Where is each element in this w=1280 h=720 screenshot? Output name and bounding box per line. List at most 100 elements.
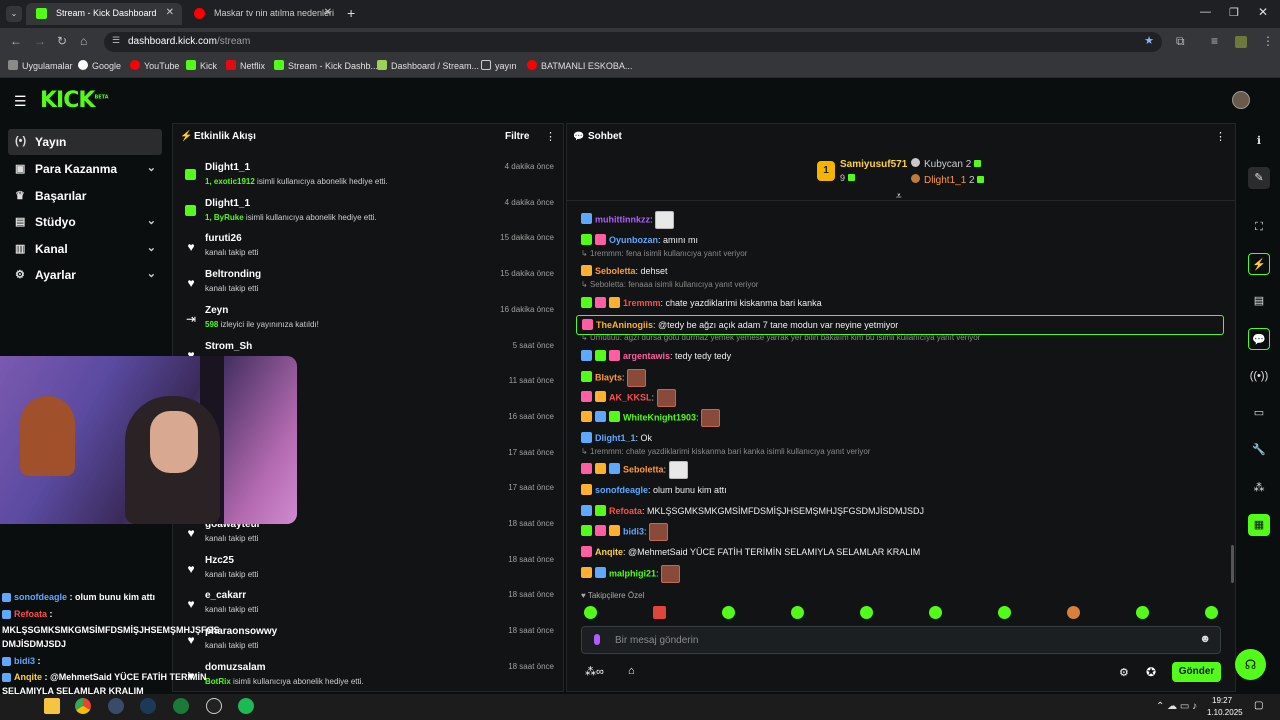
emote-10[interactable]	[1205, 606, 1218, 619]
chat-scrollbar[interactable]	[1231, 545, 1234, 583]
activity-username[interactable]: domuzsalam	[205, 662, 266, 673]
bookmark-kick[interactable]: Kick	[186, 60, 217, 71]
quick-actions-icon[interactable]: ⚡	[1248, 253, 1270, 275]
emote-5[interactable]	[860, 606, 873, 619]
home-icon[interactable]: ⌂	[80, 34, 87, 48]
activity-item[interactable]: ♥ domuzsalam BotRix isimli kullanıcıya abo…	[184, 659, 556, 695]
extensions-icon[interactable]: ⧉	[1176, 34, 1185, 49]
chat-username[interactable]: 1remmm	[623, 298, 661, 308]
activity-username[interactable]: Zeyn	[205, 305, 228, 316]
activity-username[interactable]: furuti26	[205, 233, 242, 244]
activity-username[interactable]: Dlight1_1	[205, 198, 250, 209]
chat-message[interactable]: Blayts:	[581, 369, 647, 387]
bookmark-apps[interactable]: Uygulamalar	[8, 60, 73, 71]
send-button[interactable]: Gönder	[1172, 662, 1221, 682]
emoji-picker-icon[interactable]: ☻	[1199, 633, 1211, 645]
store-icon[interactable]: ⌂	[628, 665, 635, 677]
notification-icon[interactable]: ▢	[1254, 700, 1263, 711]
profile-avatar[interactable]	[1235, 36, 1247, 48]
chat-username[interactable]: argentawis	[623, 351, 670, 361]
microphone-icon[interactable]	[594, 634, 600, 645]
chat-username[interactable]: Refoata	[609, 506, 642, 516]
chat-username[interactable]: TheAninogiis	[596, 320, 653, 330]
activity-username[interactable]: Strom_Sh	[205, 341, 252, 352]
user-avatar[interactable]	[1232, 91, 1250, 109]
top-gifter-name[interactable]: Samiyusuf571	[840, 159, 907, 170]
chat-message[interactable]: WhiteKnight1903:	[581, 409, 721, 427]
bookmark-yayin[interactable]: yayın	[481, 60, 517, 71]
activity-item[interactable]: ♥ furuti26 kanalı takip etti 15 dakika önce	[184, 230, 556, 266]
chat-username[interactable]: WhiteKnight1903	[623, 412, 696, 422]
chat-message[interactable]: TheAninogiis: @tedy be ağzı açık adam 7 …	[576, 315, 1224, 335]
obs-icon[interactable]	[108, 698, 124, 714]
message-input-box[interactable]: Bir mesaj gönderin ☻	[581, 626, 1221, 654]
chat-message[interactable]: Seboletta:	[581, 461, 688, 479]
bookmark-google[interactable]: Google	[78, 60, 121, 71]
filter-button[interactable]: Filtre	[505, 131, 529, 142]
browser-menu-icon[interactable]: ⋮	[1262, 34, 1274, 48]
chat-message[interactable]: AK_KKSL:	[581, 389, 676, 407]
chat-message[interactable]: Refoata: MKLŞSGMKSMKGMSİMFDSMİŞJHSEMŞMHJ…	[581, 503, 924, 519]
activity-item[interactable]: ♥ Beltronding kanalı takip etti 15 dakika ö…	[184, 266, 556, 302]
screen-icon[interactable]: ▭	[1248, 402, 1270, 424]
media-icon[interactable]: ≡	[1211, 34, 1218, 48]
sidebar-item-ayarlar[interactable]: ⚙ Ayarlar ⌄	[8, 262, 162, 288]
clapper-icon[interactable]: ▦	[1248, 514, 1270, 536]
emote-7[interactable]	[998, 606, 1011, 619]
activity-item[interactable]: ⇥ Zeyn 598 izleyici ile yayınınıza katıldı…	[184, 302, 556, 338]
streamlabs-icon[interactable]	[206, 698, 222, 714]
sidebar-item-yayin[interactable]: (•) Yayın	[8, 129, 162, 155]
file-explorer-icon[interactable]	[44, 698, 60, 714]
bot-icon[interactable]: ✪	[1146, 665, 1156, 679]
reload-icon[interactable]: ↻	[57, 34, 67, 48]
spotify-icon[interactable]	[238, 698, 254, 714]
sidebar-item-studyo[interactable]: ▤ Stüdyo ⌄	[8, 209, 162, 235]
steam-icon[interactable]	[140, 698, 156, 714]
chat-username[interactable]: muhittinnkzz	[595, 214, 650, 224]
points-icon[interactable]: ⁂∞	[585, 665, 604, 678]
bookmark-stream-kick[interactable]: Stream - Kick Dashb...	[274, 60, 378, 71]
tray-icons[interactable]: ⌃ ☁ ▭ ♪	[1156, 701, 1197, 712]
chat-more-icon[interactable]: ⋮	[1215, 130, 1226, 143]
chat-settings-icon[interactable]: ⚙	[1119, 666, 1129, 679]
emote-1[interactable]	[584, 606, 597, 619]
emote-4[interactable]	[791, 606, 804, 619]
activity-item[interactable]: ♥ e_cakarr kanalı takip etti 18 saat önce	[184, 587, 556, 623]
kick-logo[interactable]: KICKBETA	[40, 88, 109, 113]
chat-username[interactable]: AK_KKSL	[609, 392, 652, 402]
close-window-icon[interactable]: ✕	[1258, 5, 1268, 19]
address-bar[interactable]: ☰ dashboard.kick.com/stream ★	[104, 32, 1162, 52]
bookmark-dashboard-stream[interactable]: Dashboard / Stream...	[377, 60, 479, 71]
sidebar-item-para-kazanma[interactable]: ▣ Para Kazanma ⌄	[8, 156, 162, 182]
community-icon[interactable]: ⁂	[1248, 477, 1270, 499]
chat-message[interactable]: Oyunbozan: amını mı	[581, 232, 698, 248]
chat-message[interactable]: Dlight1_1: Ok	[581, 430, 652, 446]
live-icon[interactable]: ((•))	[1248, 365, 1270, 387]
chat-username[interactable]: Seboletta	[623, 464, 664, 474]
chat-username[interactable]: Dlight1_1	[595, 433, 636, 443]
notes-icon[interactable]: ▤	[1248, 290, 1270, 312]
new-tab-button[interactable]: +	[347, 5, 355, 21]
chat-message[interactable]: malphigi21:	[581, 565, 681, 583]
clock-time[interactable]: 19:27	[1212, 696, 1232, 705]
info-icon[interactable]: ℹ	[1248, 130, 1270, 152]
chat-message[interactable]: bidi3:	[581, 523, 669, 541]
edit-icon[interactable]: ✎	[1248, 167, 1270, 189]
activity-item[interactable]: ♥ pharaonsowwy kanalı takip etti 18 saat ön…	[184, 623, 556, 659]
gifter-2[interactable]: Kubycan 2	[911, 158, 982, 170]
gifter-3[interactable]: Dlight1_1 2	[911, 174, 985, 186]
tab-search-button[interactable]: ⌄	[6, 6, 22, 22]
activity-username[interactable]: e_cakarr	[205, 590, 246, 601]
bookmark-star-icon[interactable]: ★	[1144, 34, 1154, 47]
emote-6[interactable]	[929, 606, 942, 619]
hamburger-menu-icon[interactable]: ☰	[14, 93, 27, 110]
emote-9[interactable]	[1136, 606, 1149, 619]
clock-date[interactable]: 1.10.2025	[1207, 708, 1243, 717]
bookmark-netflix[interactable]: Netflix	[226, 60, 265, 71]
chat-username[interactable]: bidi3	[623, 526, 644, 536]
activity-username[interactable]: Dlight1_1	[205, 162, 250, 173]
message-input[interactable]: Bir mesaj gönderin	[615, 635, 698, 646]
chat-message[interactable]: Seboletta: dehset	[581, 263, 668, 279]
support-chat-button[interactable]: ☊	[1235, 649, 1266, 680]
activity-item[interactable]: ♥ Hzc25 kanalı takip etti 18 saat önce	[184, 552, 556, 588]
